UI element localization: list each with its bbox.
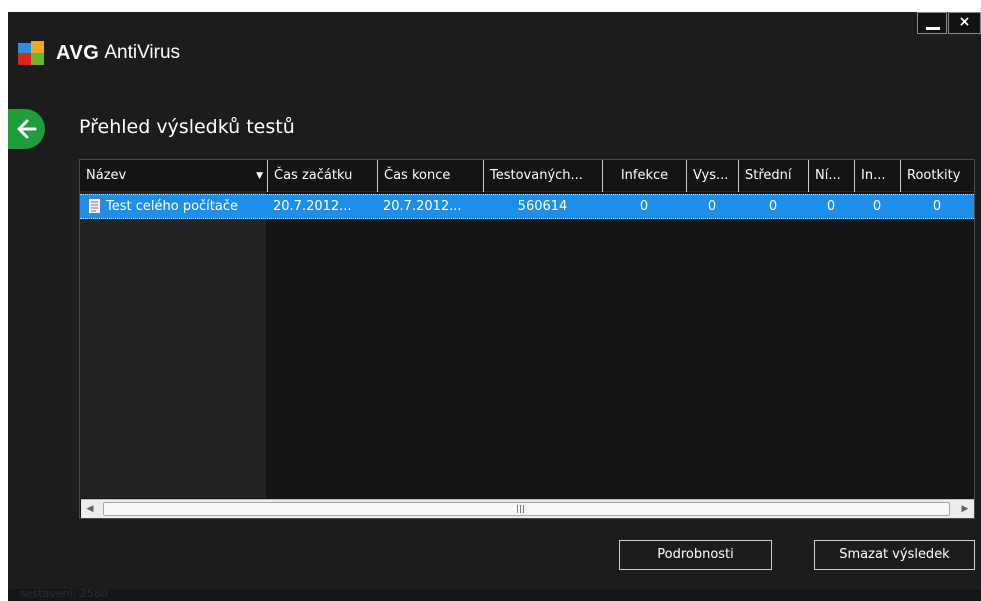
cell-high: 0 (707, 199, 717, 214)
cell-info: 0 (872, 199, 882, 214)
close-icon: × (958, 14, 971, 30)
app-logo: AVG AntiVirus (18, 40, 180, 66)
avg-logo-icon (18, 41, 50, 65)
document-icon (88, 198, 101, 214)
back-button[interactable] (8, 109, 45, 149)
column-header-infections[interactable]: Infekce (602, 160, 686, 192)
column-header-end[interactable]: Čas konce (377, 160, 483, 192)
close-button[interactable]: × (948, 12, 981, 34)
table-header: Název ▼ Čas začátku Čas konce Testovanýc… (80, 160, 974, 192)
arrow-left-icon (17, 119, 36, 139)
column-header-medium[interactable]: Střední (738, 160, 808, 192)
cell-medium: 0 (768, 199, 778, 214)
cell-tested: 560614 (517, 199, 568, 214)
build-label: sestavení: 2580 (20, 587, 108, 600)
column-header-info[interactable]: In... (854, 160, 900, 192)
scrollbar-thumb[interactable] (103, 502, 950, 516)
product-name: AntiVirus (104, 42, 181, 63)
status-footer: sestavení: 2580 (8, 587, 981, 601)
app-window: × AVG AntiVirus Přehled výsledků testů N… (8, 12, 981, 601)
column-header-low[interactable]: Ní... (808, 160, 854, 192)
minimize-button[interactable] (917, 12, 947, 34)
cell-infections: 0 (639, 199, 649, 214)
column-header-high[interactable]: Vys... (686, 160, 738, 192)
table-row[interactable]: Test celého počítače 20.7.2012... 20.7.2… (80, 194, 974, 219)
cell-low: 0 (826, 199, 836, 214)
details-button[interactable]: Podrobnosti (619, 540, 772, 570)
cell-end: 20.7.2012... (383, 199, 462, 214)
column-header-start[interactable]: Čas začátku (267, 160, 377, 192)
brand-name: AVG (56, 41, 100, 64)
scroll-left-icon[interactable]: ◀ (81, 500, 99, 518)
scroll-right-icon[interactable]: ▶ (956, 500, 974, 518)
sort-down-icon: ▼ (256, 171, 263, 181)
scan-results-table: Název ▼ Čas začátku Čas konce Testovanýc… (79, 159, 975, 519)
name-column-background (80, 190, 266, 498)
page-title: Přehled výsledků testů (79, 116, 295, 138)
cell-rootkits: 0 (932, 199, 942, 214)
delete-result-button[interactable]: Smazat výsledek (814, 540, 975, 570)
cell-name: Test celého počítače (106, 199, 238, 214)
column-header-name[interactable]: Název ▼ (80, 160, 267, 192)
column-header-rootkits[interactable]: Rootkity (900, 160, 974, 192)
cell-start: 20.7.2012... (273, 199, 352, 214)
horizontal-scrollbar[interactable]: ◀ ▶ (81, 499, 974, 518)
scrollbar-grip (517, 505, 526, 513)
column-header-tested[interactable]: Testovaných... (483, 160, 602, 192)
